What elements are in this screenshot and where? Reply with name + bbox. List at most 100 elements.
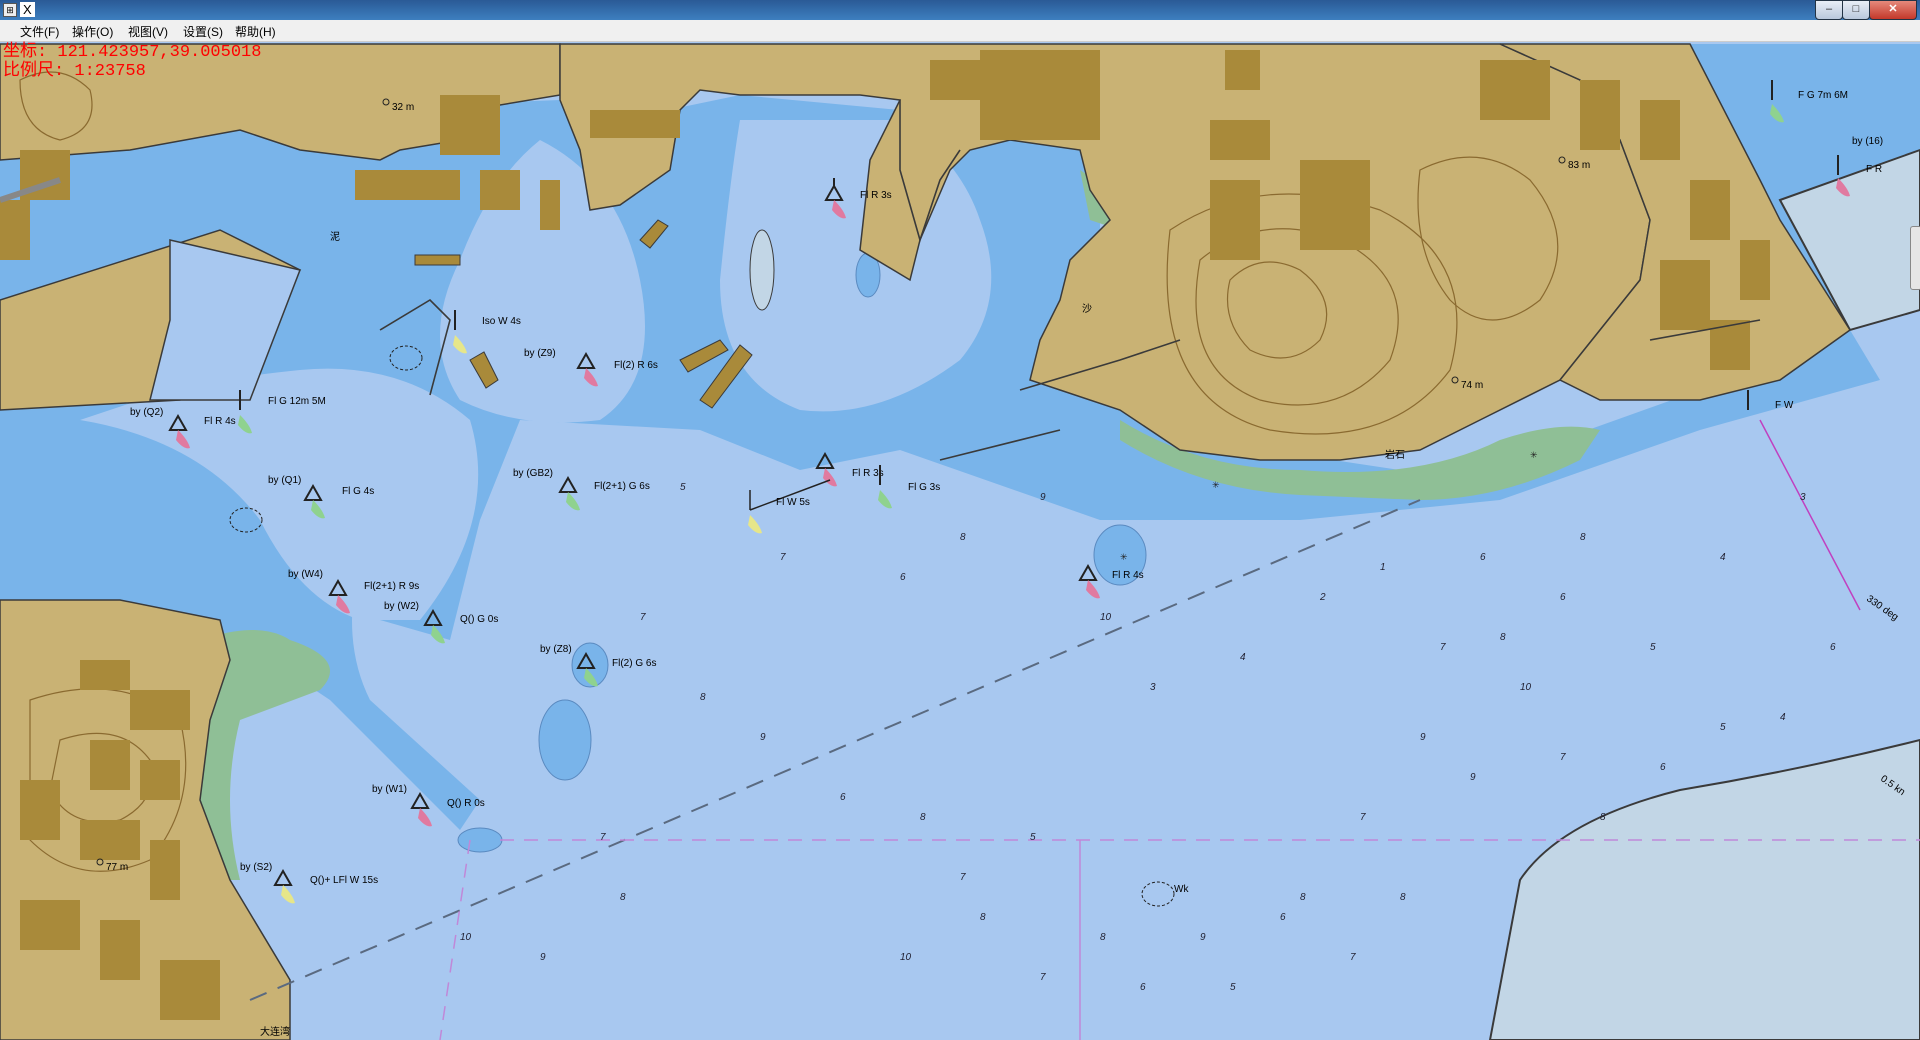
- light-label: Fl R 4s: [1112, 570, 1144, 581]
- light-label: Q() G 0s: [460, 614, 498, 625]
- sounding: 7: [600, 832, 606, 843]
- sounding: 7: [1360, 812, 1366, 823]
- light-label: Q()+ LFl W 15s: [310, 875, 378, 886]
- light-label: Fl(2+1) G 6s: [594, 481, 650, 492]
- sounding: 8: [960, 532, 966, 543]
- sounding: 7: [1040, 972, 1046, 983]
- sounding: 5: [680, 482, 686, 493]
- title-bar: ⊞ X – □ ✕: [0, 0, 1920, 20]
- sounding: 4: [1720, 552, 1726, 563]
- height-label: 32 m: [392, 102, 414, 113]
- sounding: 8: [1600, 812, 1606, 823]
- sounding: 10: [460, 932, 472, 943]
- info-overlay: 坐标: 121.423957,39.005018 比例尺: 1:23758: [3, 43, 261, 81]
- light-label: Fl R 4s: [204, 416, 236, 427]
- menu-help[interactable]: 帮助(H): [235, 23, 276, 40]
- app-icon[interactable]: ⊞: [3, 3, 17, 17]
- sounding: 6: [1140, 982, 1146, 993]
- sounding: 9: [540, 952, 546, 963]
- sounding: 7: [1560, 752, 1566, 763]
- height-label: 77 m: [106, 862, 128, 873]
- light-label: F W: [1775, 400, 1794, 411]
- sounding: 7: [780, 552, 786, 563]
- minimize-button[interactable]: –: [1815, 0, 1843, 20]
- islet: [749, 229, 775, 311]
- light-label: Fl W 5s: [776, 497, 810, 508]
- nautical-chart[interactable]: Fl R 3s Fl R 3s Fl G 3s Fl W 5s Fl R 4s …: [0, 42, 1920, 1040]
- sounding: 6: [840, 792, 846, 803]
- panel-handle[interactable]: [1910, 226, 1920, 290]
- sounding: 9: [1470, 772, 1476, 783]
- sounding: 7: [1350, 952, 1356, 963]
- sounding: 8: [620, 892, 626, 903]
- sounding: 2: [1319, 592, 1326, 603]
- sounding: 3: [1150, 682, 1156, 693]
- sounding: 6: [1480, 552, 1486, 563]
- seabed-note: 沙: [1082, 303, 1092, 315]
- svg-text:✳: ✳: [1120, 552, 1128, 562]
- height-label: 83 m: [1568, 160, 1590, 171]
- buoy-label: by (Q2): [130, 407, 163, 418]
- sounding: 8: [700, 692, 706, 703]
- light-label: Fl(2+1) R 9s: [364, 581, 419, 592]
- buoy-label: by (S2): [240, 862, 272, 873]
- menu-operate[interactable]: 操作(O): [72, 23, 113, 40]
- light-label: Fl G 3s: [908, 482, 940, 493]
- sounding: 8: [1580, 532, 1586, 543]
- shoal: [538, 699, 592, 781]
- sounding: 8: [1300, 892, 1306, 903]
- buoy-label: by (Z8): [540, 644, 572, 655]
- sounding: 4: [1780, 712, 1786, 723]
- menu-bar: 文件(F) 操作(O) 视图(V) 设置(S) 帮助(H): [0, 20, 1920, 42]
- light-label: F G 7m 6M: [1798, 90, 1848, 101]
- light-label: Fl G 4s: [342, 486, 374, 497]
- sounding: 7: [960, 872, 966, 883]
- sounding: 5: [1650, 642, 1656, 653]
- seabed-note: 泥: [330, 230, 340, 243]
- menu-settings[interactable]: 设置(S): [183, 23, 223, 40]
- sounding: 8: [1500, 632, 1506, 643]
- coordinate-readout: 坐标: 121.423957,39.005018: [3, 43, 262, 62]
- buoy-label: by (Z9): [524, 348, 556, 359]
- sounding: 6: [900, 572, 906, 583]
- height-label: 74 m: [1461, 380, 1483, 391]
- sounding: 9: [1040, 492, 1046, 503]
- buoy-label: by (Q1): [268, 475, 301, 486]
- sounding: 5: [1230, 982, 1236, 993]
- sounding: 9: [1200, 932, 1206, 943]
- sounding: 4: [1240, 652, 1246, 663]
- light-label: Fl(2) R 6s: [614, 360, 658, 371]
- sounding: 7: [640, 612, 646, 623]
- menu-file[interactable]: 文件(F): [20, 23, 59, 40]
- sounding: 8: [980, 912, 986, 923]
- sounding: 10: [1520, 682, 1532, 693]
- sounding: 10: [900, 952, 912, 963]
- buoy-label: by (W2): [384, 601, 419, 612]
- sounding: 1: [1380, 562, 1386, 573]
- maximize-button[interactable]: □: [1842, 0, 1870, 20]
- light-label: F R: [1866, 164, 1882, 175]
- wreck-note: Wk: [1174, 884, 1189, 895]
- sounding: 6: [1830, 642, 1836, 653]
- sounding: 7: [1440, 642, 1446, 653]
- sounding: 6: [1280, 912, 1286, 923]
- seabed-note: 岩石: [1385, 448, 1405, 461]
- svg-text:✳: ✳: [1212, 480, 1220, 490]
- sounding: 6: [1560, 592, 1566, 603]
- close-button[interactable]: ✕: [1869, 0, 1917, 20]
- sounding: 9: [1420, 732, 1426, 743]
- light-label: Fl R 3s: [860, 190, 892, 201]
- light-label: Fl G 12m 5M: [268, 396, 326, 407]
- light-label: Fl R 3s: [852, 468, 884, 479]
- light-label: Iso W 4s: [482, 316, 521, 327]
- sounding: 8: [1100, 932, 1106, 943]
- sounding: 8: [1400, 892, 1406, 903]
- buoy-label: by (16): [1852, 136, 1883, 147]
- sounding: 3: [1800, 492, 1806, 503]
- scale-readout: 比例尺: 1:23758: [3, 62, 146, 81]
- svg-text:✳: ✳: [1530, 450, 1538, 460]
- sounding: 5: [1720, 722, 1726, 733]
- sounding: 5: [1030, 832, 1036, 843]
- sounding: 6: [1660, 762, 1666, 773]
- menu-view[interactable]: 视图(V): [128, 23, 168, 40]
